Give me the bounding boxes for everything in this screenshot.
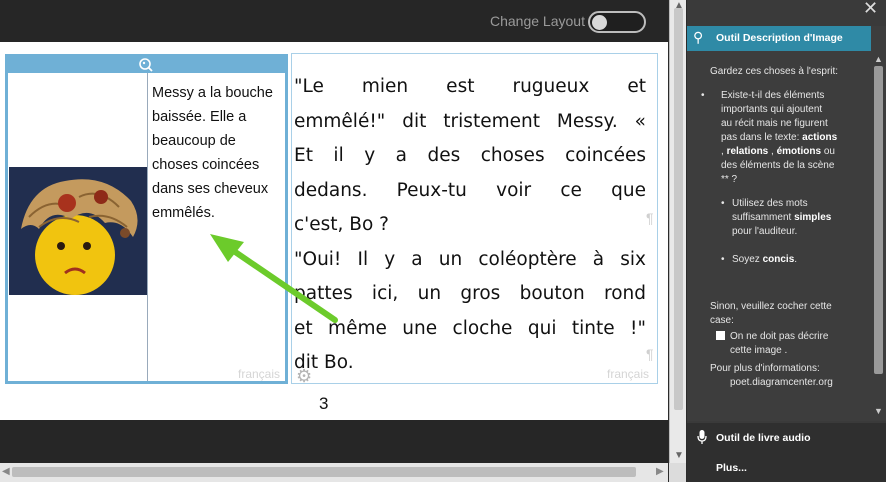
sinon-line: case: <box>710 315 734 326</box>
sub-bullet-1: Utilisez des mots suffisamment simples p… <box>732 197 860 239</box>
no-description-checkbox[interactable] <box>716 331 725 340</box>
audio-book-tool[interactable]: Outil de livre audio <box>687 423 886 451</box>
sub-bullet-line: pour l'auditeur. <box>732 226 798 237</box>
description-line: Messy a la bouche <box>152 85 273 101</box>
horizontal-scroll-thumb[interactable] <box>12 467 636 477</box>
checkbox-label: On ne doit pas décrire <box>730 331 829 342</box>
vertical-scroll-thumb[interactable] <box>674 8 683 410</box>
change-layout-toggle[interactable] <box>588 11 646 33</box>
bullet-dot: • <box>721 198 725 209</box>
language-label: français <box>607 367 650 381</box>
keyword-actions: actions <box>802 132 838 143</box>
sub-bullet-2: Soyez concis. <box>732 254 798 265</box>
story-line: Et il y a des choses coincées <box>294 145 646 166</box>
story-line: c'est, Bo ? <box>294 214 390 235</box>
language-label: français <box>238 367 281 381</box>
sub-bullet-line: Soyez <box>732 254 760 265</box>
image-description-text[interactable]: Messy a la bouche baissée. Elle a beauco… <box>152 81 288 225</box>
bullet-dot: • <box>721 254 725 265</box>
story-line: emmêlé!" dit tristement Messy. « <box>294 110 646 132</box>
bullet-1: Existe-t-il des éléments importants qui … <box>721 89 861 187</box>
bullet-line: ** ? <box>721 174 738 185</box>
image-panel-header <box>8 57 285 73</box>
page-number: 3 <box>319 394 329 413</box>
story-line: pattes ici, un gros bouton rond <box>294 283 646 304</box>
page-footer-area <box>0 420 668 463</box>
pilcrow-mark: ¶ <box>646 346 654 362</box>
scroll-corner <box>669 463 686 482</box>
bullet-line: pas dans le texte: <box>721 132 800 143</box>
sinon-text: Sinon, veuillez cocher cette case: <box>710 300 832 328</box>
description-line: beaucoup de <box>152 133 236 149</box>
more-tools-button[interactable]: Plus... <box>687 451 886 482</box>
gear-icon[interactable]: ⚙ <box>296 366 312 387</box>
info-title: Pour plus d'informations: <box>710 363 820 374</box>
close-icon[interactable]: ✕ <box>863 0 878 19</box>
description-line: choses coincées <box>152 157 260 173</box>
info-link[interactable]: poet.diagramcenter.org <box>730 376 833 390</box>
story-line: "Oui! Il y a un coléoptère à six <box>294 248 646 270</box>
image-column <box>8 73 148 381</box>
checkbox-label: cette image . <box>730 345 788 356</box>
keep-in-mind-text: Gardez ces choses à l'esprit: <box>710 66 839 77</box>
tool-title: Outil Description d'Image <box>716 32 843 44</box>
bullet-ou: ou <box>823 146 835 157</box>
image-description-icon[interactable] <box>138 57 154 73</box>
toggle-knob <box>592 15 607 30</box>
sinon-line: Sinon, veuillez cocher cette <box>710 301 832 312</box>
story-line: "Le mien est rugueux et <box>294 76 646 97</box>
sub-bullet-line: suffisamment <box>732 212 792 223</box>
pilcrow-mark: ¶ <box>646 210 654 226</box>
scroll-left-icon[interactable]: ◀ <box>2 466 10 477</box>
bullet-line: importants qui ajoutent <box>721 104 823 115</box>
side-scroll-thumb[interactable] <box>874 66 883 374</box>
more-label: Plus... <box>716 462 747 474</box>
audio-tool-label: Outil de livre audio <box>716 432 811 444</box>
keyword-simples: simples <box>794 212 832 223</box>
story-line: dit Bo. <box>294 352 354 373</box>
image-description-tool-header[interactable]: ⚲ Outil Description d'Image <box>687 26 871 51</box>
bullet-line: au récit mais ne figurent <box>721 118 828 129</box>
scroll-down-icon[interactable]: ▼ <box>874 406 883 416</box>
scroll-right-icon[interactable]: ▶ <box>656 466 664 477</box>
no-description-checkbox-row[interactable]: On ne doit pas décrire <box>716 330 828 344</box>
side-panel-scrollbar[interactable]: ▲ ▼ <box>871 26 886 421</box>
messy-face-image[interactable] <box>9 167 147 295</box>
image-description-icon: ⚲ <box>693 29 704 45</box>
keyword-concis: concis <box>762 254 795 265</box>
bullet-line: des éléments de la scène <box>721 160 835 171</box>
vertical-scrollbar[interactable]: ▲ ▼ <box>669 0 686 463</box>
bullet-dot: • <box>701 90 705 101</box>
change-layout-label: Change Layout <box>490 13 585 29</box>
keyword-emotions: émotions <box>776 146 822 157</box>
description-line: baissée. Elle a <box>152 109 247 125</box>
story-line: et même une cloche qui tinte !" <box>294 317 646 339</box>
scroll-down-icon[interactable]: ▼ <box>674 450 684 461</box>
tool-instructions: Gardez ces choses à l'esprit: • Existe-t… <box>687 51 871 421</box>
sub-bullet-line: Utilisez des mots <box>732 198 808 209</box>
image-description-panel: Messy a la bouche baissée. Elle a beauco… <box>5 54 288 384</box>
story-text: "Le mien est rugueux et emmêlé!" dit tri… <box>294 70 646 381</box>
top-toolbar: Change Layout <box>0 0 668 42</box>
description-line: dans ses cheveux <box>152 181 269 197</box>
keyword-relations: relations <box>726 146 769 157</box>
story-line: dedans. Peux-tu voir ce que <box>294 179 646 201</box>
horizontal-scrollbar[interactable]: ◀ ▶ <box>0 463 668 482</box>
microphone-icon <box>697 430 707 444</box>
story-text-panel[interactable]: "Le mien est rugueux et emmêlé!" dit tri… <box>291 53 658 384</box>
scroll-up-icon[interactable]: ▲ <box>874 54 883 64</box>
description-line: emmêlés. <box>152 205 215 221</box>
bullet-line: Existe-t-il des éléments <box>721 90 825 101</box>
